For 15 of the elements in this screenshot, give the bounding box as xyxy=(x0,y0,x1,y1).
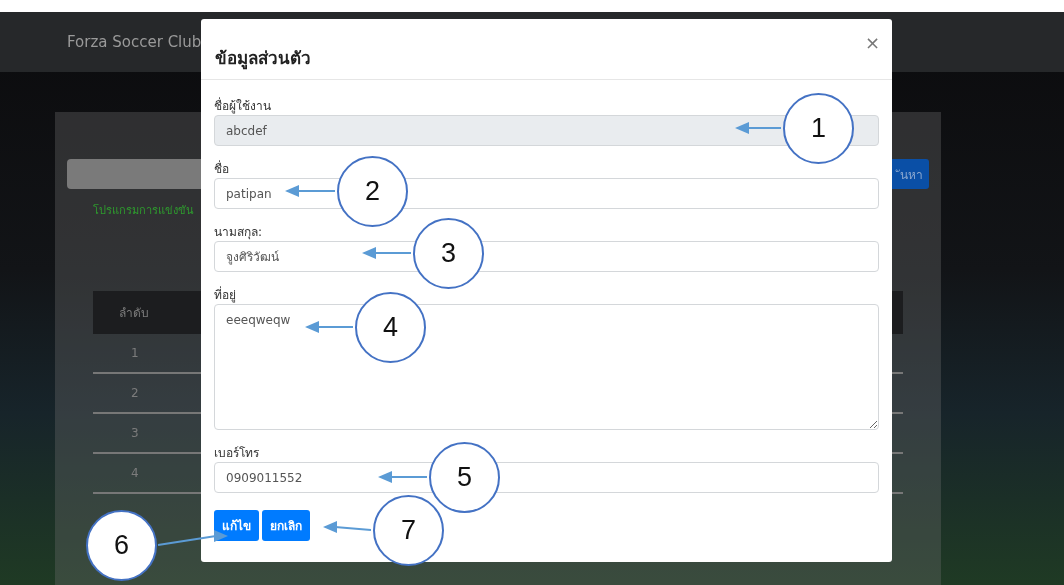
pointer-arrow xyxy=(157,530,228,546)
field-label: นามสกุล: xyxy=(214,224,264,238)
edit-button[interactable]: แก้ไข xyxy=(214,510,259,541)
pointer-arrow xyxy=(305,321,354,333)
pointer-arrow xyxy=(378,471,428,483)
cancel-button[interactable]: ยกเลิก xyxy=(262,510,310,541)
dialog-title: ข้อมูลส่วนตัว xyxy=(215,47,311,71)
field-label: ชื่อผู้ใช้งาน xyxy=(214,96,272,112)
pointer-arrow xyxy=(323,521,372,533)
field-label: ชื่อ xyxy=(214,159,230,175)
pointer-arrow xyxy=(285,185,336,197)
close-button[interactable]: × xyxy=(864,34,880,52)
pointer-arrow xyxy=(362,247,412,259)
brand-name[interactable]: Forza Soccer Club xyxy=(67,33,202,51)
pointer-arrow xyxy=(735,122,782,134)
